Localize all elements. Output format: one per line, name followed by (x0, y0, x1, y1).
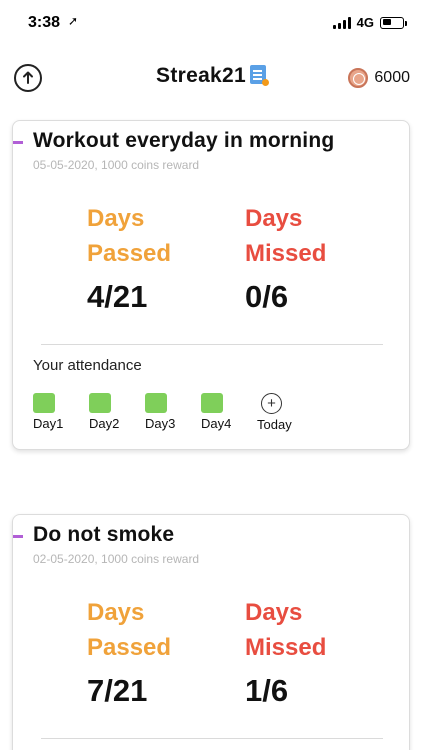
challenge-card[interactable]: Do not smoke 02-05-2020, 1000 coins rewa… (12, 514, 410, 750)
attended-day-icon (145, 393, 167, 413)
mark-today-button[interactable]: + Today (257, 393, 313, 432)
days-missed-label: Days Missed (245, 201, 326, 271)
challenge-title: Do not smoke (33, 523, 175, 546)
days-passed-label-line2: Passed (87, 240, 172, 267)
attendance-days: Day1 Day2 Day3 Day4 + Today (33, 393, 313, 432)
coin-count: 6000 (374, 69, 410, 86)
app-title-text: Streak21 (156, 64, 246, 87)
document-badge-icon (249, 65, 269, 86)
attended-day-icon (201, 393, 223, 413)
challenge-subtitle: 05-05-2020, 1000 coins reward (33, 158, 200, 172)
divider (41, 344, 383, 345)
attendance-day-label: Day4 (201, 416, 232, 431)
days-missed-label-line2: Missed (245, 634, 327, 661)
attendance-day-label: Day1 (33, 416, 64, 431)
location-arrow-icon: ➚ (68, 14, 79, 28)
days-missed-label-line2: Missed (245, 240, 327, 267)
days-passed-label: Days Passed (87, 201, 171, 271)
days-passed-label-line2: Passed (87, 634, 172, 661)
attended-day-icon (89, 393, 111, 413)
attendance-day-label: Day3 (145, 416, 176, 431)
days-missed-label: Days Missed (245, 595, 326, 665)
days-passed-label-line1: Days (87, 599, 145, 626)
divider (41, 738, 383, 739)
days-passed-label: Days Passed (87, 595, 171, 665)
challenge-card[interactable]: Workout everyday in morning 05-05-2020, … (12, 120, 410, 450)
status-indicators: 4G (332, 15, 407, 30)
today-label: Today (257, 417, 292, 432)
status-bar: 3:38 ➚ 4G (0, 0, 422, 46)
battery-icon (380, 16, 407, 29)
attendance-label: Your attendance (33, 357, 142, 374)
signal-icon (332, 16, 351, 29)
attendance-day: Day1 (33, 393, 89, 432)
attended-day-icon (33, 393, 55, 413)
days-missed-label-line1: Days (245, 599, 303, 626)
attendance-day: Day4 (201, 393, 257, 432)
status-time: 3:38 (28, 14, 61, 31)
days-missed-value: 0/6 (245, 279, 289, 314)
card-accent-bar (13, 535, 23, 538)
days-missed-label-line1: Days (245, 205, 303, 232)
days-passed-label-line1: Days (87, 205, 145, 232)
network-type: 4G (356, 15, 374, 30)
plus-circle-icon[interactable]: + (261, 393, 282, 414)
coin-balance[interactable]: 6000 (348, 68, 410, 88)
challenge-title: Workout everyday in morning (33, 129, 335, 152)
days-passed-value: 4/21 (87, 279, 148, 314)
attendance-day: Day3 (145, 393, 201, 432)
card-accent-bar (13, 141, 23, 144)
days-passed-value: 7/21 (87, 673, 148, 708)
challenge-subtitle: 02-05-2020, 1000 coins reward (33, 552, 200, 566)
coin-icon (348, 68, 369, 88)
attendance-day: Day2 (89, 393, 145, 432)
attendance-day-label: Day2 (89, 416, 120, 431)
app-header: Streak21 6000 (0, 56, 422, 100)
days-missed-value: 1/6 (245, 673, 289, 708)
